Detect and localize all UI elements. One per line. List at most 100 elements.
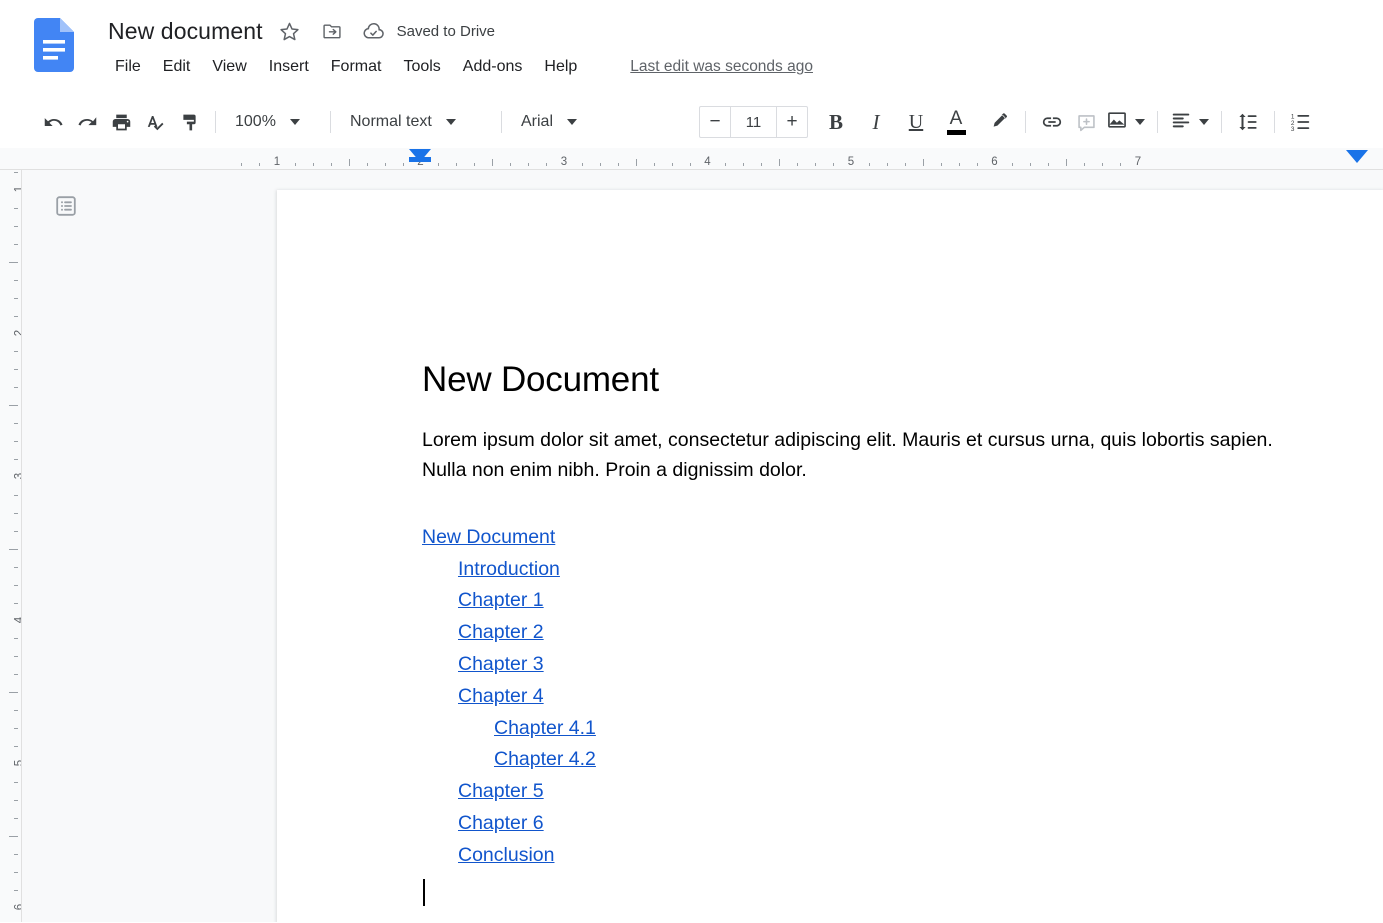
saved-status-label: Saved to Drive	[396, 22, 495, 40]
toc-link[interactable]: New Document	[422, 522, 555, 554]
ruler-tick	[402, 163, 404, 166]
document-outline-icon[interactable]	[48, 188, 84, 224]
ruler-tick	[348, 159, 350, 166]
line-spacing-icon[interactable]	[1231, 105, 1265, 139]
vertical-ruler-tick	[9, 548, 18, 550]
toc-link[interactable]: Conclusion	[458, 840, 554, 872]
numbered-list-icon[interactable]: 1 2 3	[1284, 105, 1318, 139]
ruler-tick	[474, 163, 476, 166]
document-paragraph: Lorem ipsum dolor sit amet, consectetur …	[422, 429, 1273, 482]
zoom-value: 100%	[235, 113, 276, 130]
ruler-tick	[689, 163, 691, 166]
left-indent-marker[interactable]	[409, 149, 431, 162]
vertical-ruler-tick	[14, 853, 18, 855]
menu-tools[interactable]: Tools	[392, 56, 451, 78]
ruler-tick	[958, 163, 960, 166]
toc-link[interactable]: Chapter 4.2	[494, 744, 596, 776]
formatting-toolbar: 100% Normal text Arial − 11 + B I U A 1 …	[0, 96, 1383, 148]
vertical-ruler-tick	[14, 889, 18, 891]
menu-file[interactable]: File	[104, 56, 152, 78]
menu-insert[interactable]: Insert	[258, 56, 320, 78]
zoom-dropdown[interactable]: 100%	[225, 106, 321, 138]
insert-image-dropdown[interactable]	[1103, 105, 1148, 139]
current-line[interactable]	[422, 878, 1383, 909]
toc-link[interactable]: Chapter 1	[458, 585, 544, 617]
toc-link[interactable]: Chapter 4	[458, 681, 544, 713]
text-color-button[interactable]: A	[940, 106, 972, 138]
move-to-folder-icon[interactable]	[315, 14, 349, 48]
toc-link[interactable]: Chapter 3	[458, 649, 544, 681]
paragraph-style-dropdown[interactable]: Normal text	[340, 106, 492, 138]
ruler-tick	[259, 163, 261, 166]
google-docs-logo[interactable]	[34, 18, 74, 72]
ruler-tick	[797, 163, 799, 166]
toc-link[interactable]: Chapter 6	[458, 808, 544, 840]
ruler-tick	[725, 163, 727, 166]
redo-icon[interactable]	[70, 105, 104, 139]
ruler-tick	[976, 163, 978, 166]
menu-view[interactable]: View	[201, 56, 257, 78]
toc-link[interactable]: Chapter 5	[458, 776, 544, 808]
vertical-ruler-tick	[14, 638, 18, 640]
menu-format[interactable]: Format	[320, 56, 393, 78]
italic-button[interactable]: I	[860, 106, 892, 138]
vertical-ruler-number: 4	[13, 616, 21, 622]
vertical-ruler[interactable]: 1 2 3 4 5 6	[0, 170, 22, 922]
ruler-tick	[635, 159, 637, 166]
add-comment-icon[interactable]	[1069, 105, 1103, 139]
ruler-tick	[815, 163, 817, 166]
ruler-tick	[1066, 159, 1068, 166]
toc-link[interactable]: Chapter 2	[458, 617, 544, 649]
vertical-ruler-tick	[14, 387, 18, 389]
ruler-tick	[241, 163, 243, 166]
vertical-ruler-tick	[14, 494, 18, 496]
ruler-tick	[886, 163, 888, 166]
highlight-pen-icon[interactable]	[982, 105, 1016, 139]
undo-icon[interactable]	[36, 105, 70, 139]
font-size-input[interactable]: 11	[730, 107, 777, 137]
ruler-tick	[653, 163, 655, 166]
paragraph-style-value: Normal text	[350, 113, 432, 130]
vertical-ruler-tick	[14, 584, 18, 586]
toc-link[interactable]: Chapter 4.1	[494, 713, 596, 745]
right-indent-marker[interactable]	[1346, 150, 1368, 163]
app-header: New document Saved to Drive File Edit Vi…	[0, 0, 1383, 96]
toc-link[interactable]: Introduction	[458, 554, 560, 586]
menu-help[interactable]: Help	[533, 56, 588, 78]
star-icon[interactable]	[273, 14, 307, 48]
document-page[interactable]: New Document Lorem ipsum dolor sit amet,…	[277, 190, 1383, 922]
horizontal-ruler[interactable]: 1234567	[0, 148, 1383, 170]
menu-edit[interactable]: Edit	[152, 56, 202, 78]
vertical-ruler-tick	[14, 423, 18, 425]
ruler-tick	[384, 163, 386, 166]
text-color-swatch	[946, 130, 966, 135]
print-icon[interactable]	[104, 105, 138, 139]
vertical-ruler-tick	[14, 207, 18, 209]
menu-add-ons[interactable]: Add-ons	[452, 56, 534, 78]
table-of-contents: New Document Introduction Chapter 1 Chapter…	[422, 522, 1383, 872]
font-family-value: Arial	[521, 113, 554, 130]
document-body[interactable]: New Document Lorem ipsum dolor sit amet,…	[277, 190, 1383, 909]
vertical-ruler-tick	[14, 871, 18, 873]
insert-link-icon[interactable]	[1035, 105, 1069, 139]
font-size-increase-button[interactable]: +	[777, 107, 807, 137]
document-title[interactable]: New document	[106, 17, 265, 46]
cloud-saved-icon[interactable]	[357, 14, 391, 48]
toolbar-divider	[215, 111, 216, 133]
ruler-tick	[833, 163, 835, 166]
chevron-down-icon	[289, 119, 300, 125]
vertical-ruler-tick	[14, 710, 18, 712]
align-dropdown[interactable]	[1167, 105, 1212, 139]
font-size-stepper: − 11 +	[699, 106, 808, 138]
bold-button[interactable]: B	[820, 106, 852, 138]
ruler-tick	[581, 163, 583, 166]
vertical-ruler-tick	[14, 817, 18, 819]
ruler-tick	[922, 159, 924, 166]
spellcheck-icon[interactable]	[138, 105, 172, 139]
vertical-ruler-tick	[14, 243, 18, 245]
font-size-decrease-button[interactable]: −	[700, 107, 730, 137]
underline-button[interactable]: U	[900, 106, 932, 138]
font-family-dropdown[interactable]: Arial	[511, 106, 687, 138]
paint-format-icon[interactable]	[172, 105, 206, 139]
last-edit-link[interactable]: Last edit was seconds ago	[630, 58, 813, 76]
